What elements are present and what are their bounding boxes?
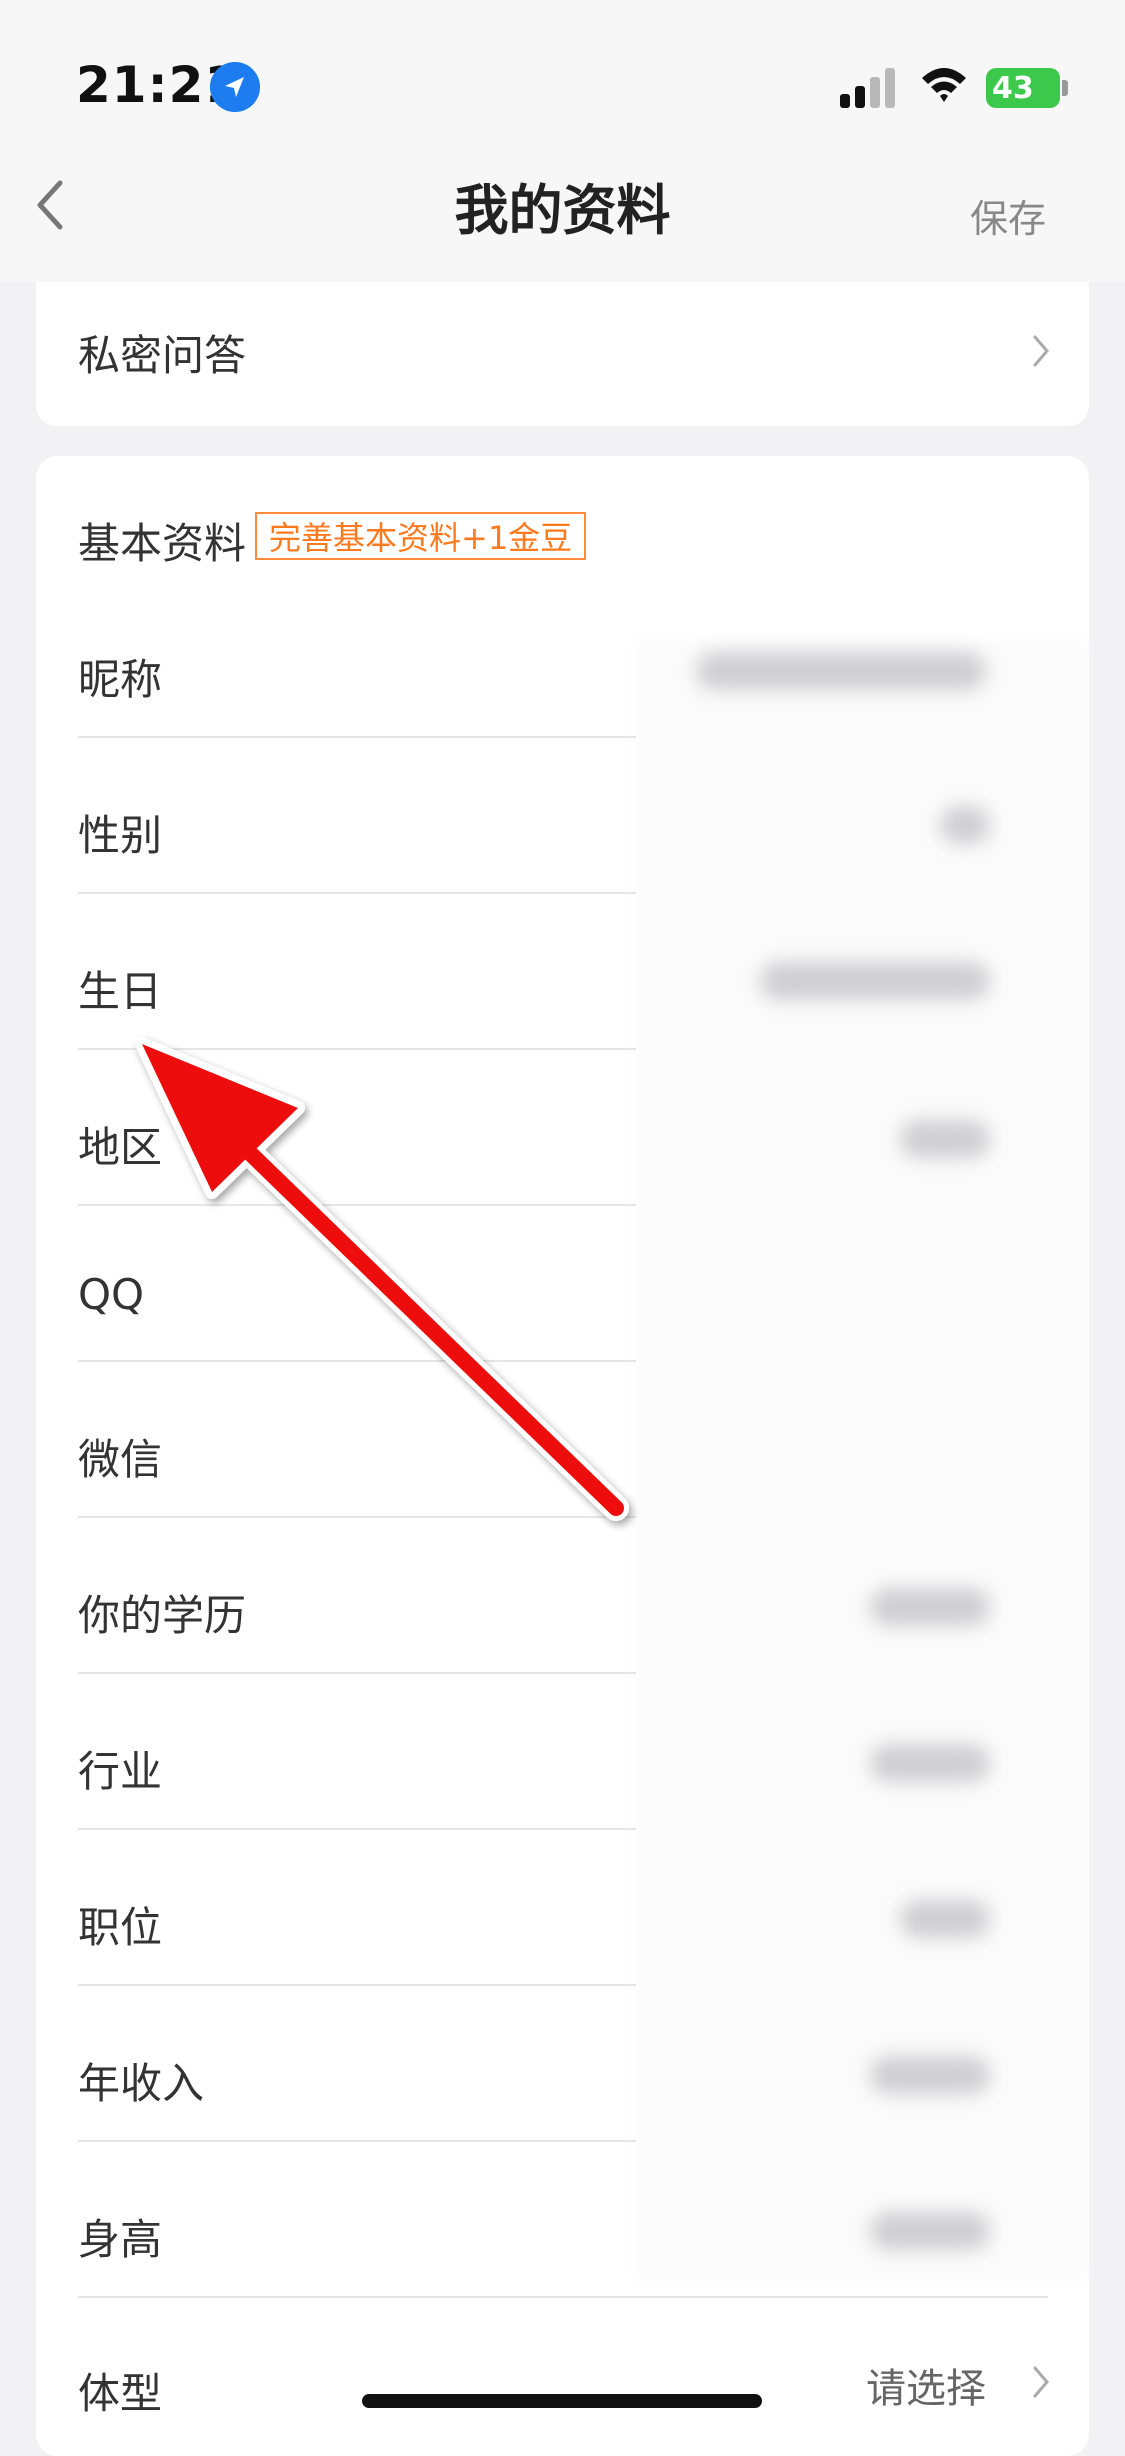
row-label-body-type[interactable]: 体型 [78,2360,162,2421]
page-title: 我的资料 [454,179,671,242]
save-button[interactable]: 保存 [970,188,1046,243]
row-divider [78,1828,636,1830]
row-divider [78,2140,636,2142]
row-label-height[interactable]: 身高 [78,2206,162,2267]
income-value-blurred [870,2056,990,2094]
row-label-gender[interactable]: 性别 [78,802,162,863]
row-divider [78,1672,636,1674]
gender-value-blurred [940,806,990,844]
row-label-position[interactable]: 职位 [78,1894,162,1955]
row-label-birthday[interactable]: 生日 [78,958,162,1019]
body-type-select[interactable]: 请选择 [866,2356,986,2414]
wifi-icon [922,68,966,102]
battery-icon: 43 [986,68,1060,108]
row-label-industry[interactable]: 行业 [78,1738,162,1799]
birthday-value-blurred [760,962,990,1000]
row-divider [78,1984,636,1986]
home-indicator [362,2394,762,2408]
row-label-nickname[interactable]: 昵称 [78,646,162,707]
battery-level: 43 [992,70,1034,106]
chevron-right-icon[interactable] [1030,331,1052,371]
section-title: 基本资料 [78,519,247,568]
location-arrow-icon [210,62,260,112]
row-divider [78,2296,1048,2298]
industry-value-blurred [870,1744,990,1782]
bonus-badge: 完善基本资料+1金豆 [255,512,587,560]
cellular-signal-icon [840,68,895,108]
battery-cap [1062,80,1068,96]
chevron-right-icon[interactable] [1030,2362,1052,2402]
red-arrow-annotation [135,1037,629,1521]
privacy-qa-item[interactable]: 私密问答 [78,322,246,383]
row-divider [78,736,636,738]
height-value-blurred [870,2212,990,2250]
row-label-income[interactable]: 年收入 [78,2050,204,2111]
row-divider [78,892,636,894]
education-value-blurred [870,1588,990,1626]
region-value-blurred [900,1120,990,1158]
nickname-value-blurred [696,652,986,690]
position-value-blurred [900,1900,990,1938]
row-label-education[interactable]: 你的学历 [78,1582,246,1643]
blurred-values-area [636,640,1086,2280]
